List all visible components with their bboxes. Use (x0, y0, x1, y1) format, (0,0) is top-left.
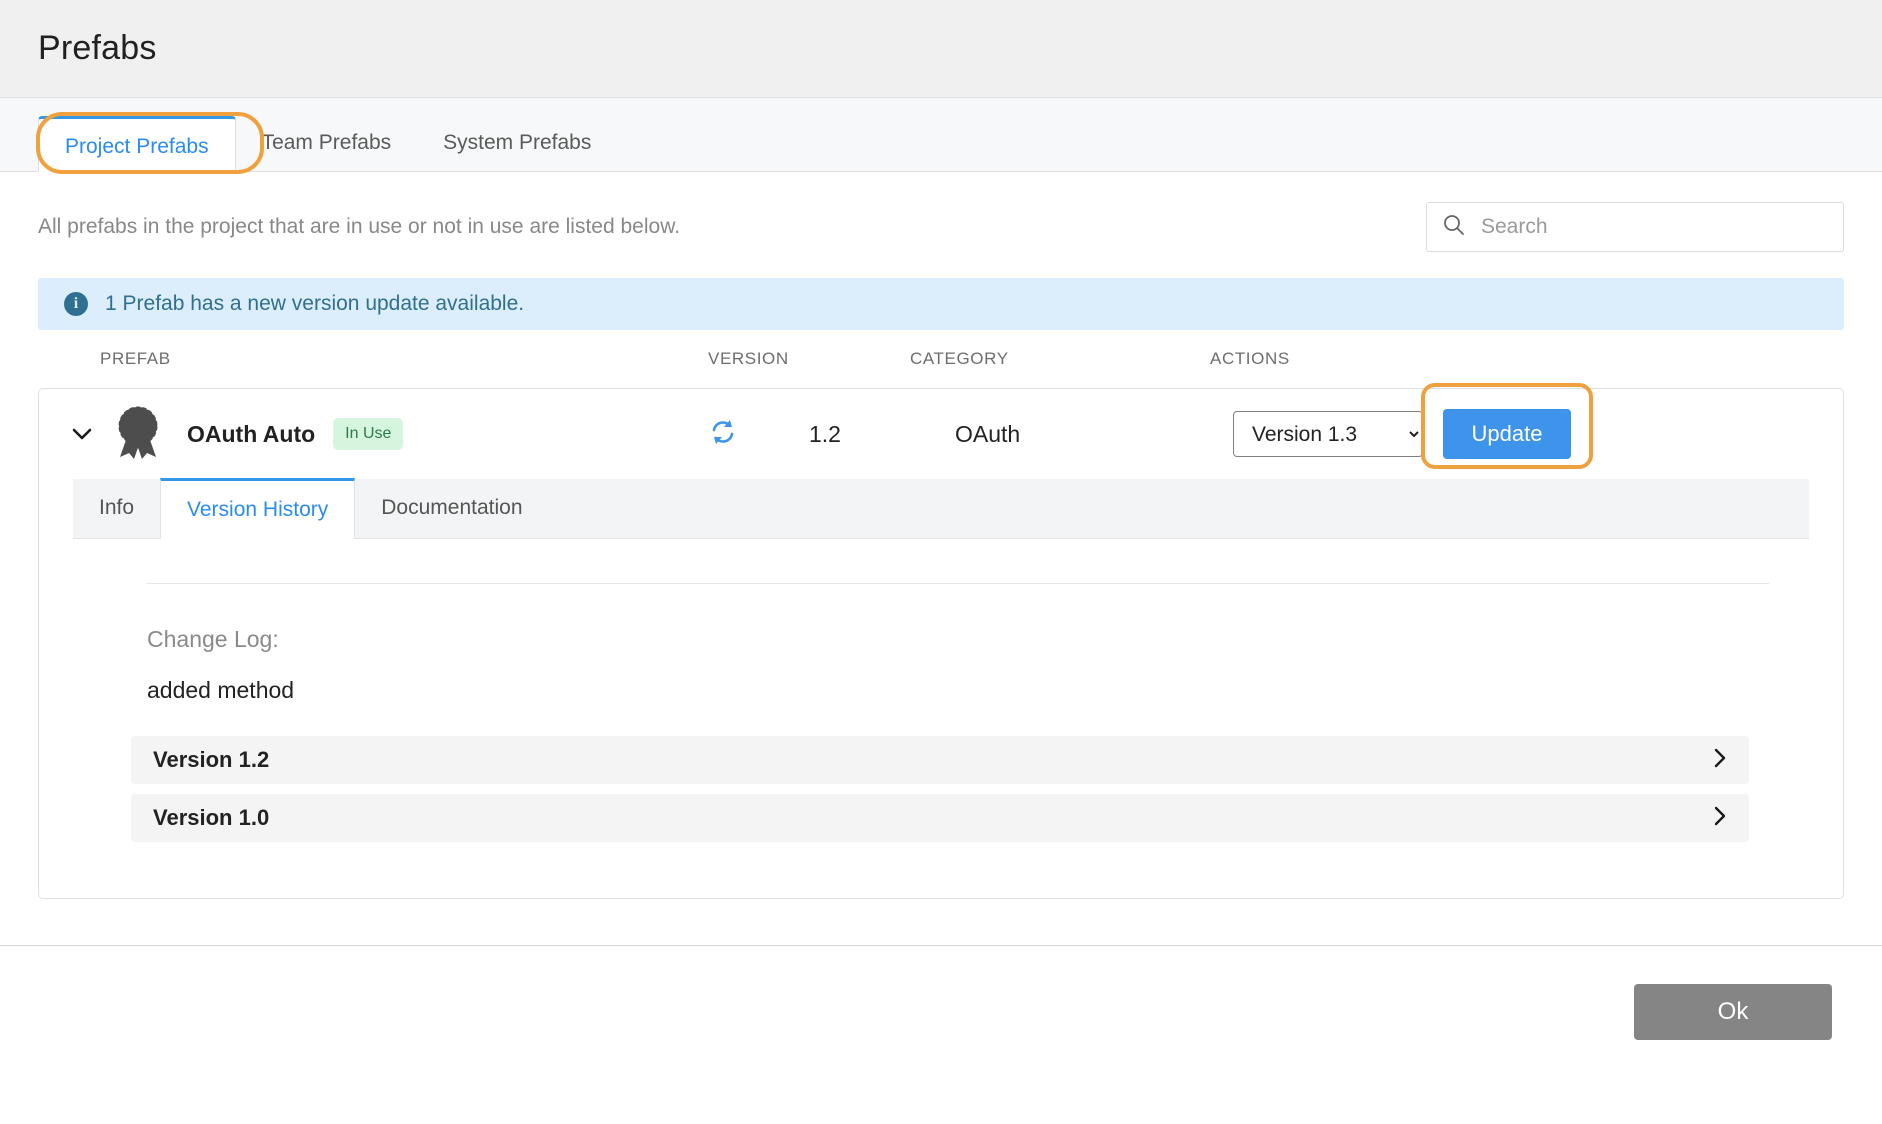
panel-bottom-spacer (73, 852, 1809, 898)
column-header-category: CATEGORY (910, 349, 1210, 369)
chevron-right-icon (1713, 747, 1727, 774)
search-icon (1443, 214, 1465, 241)
info-circle-icon: i (64, 292, 88, 316)
column-header-prefab: PREFAB (100, 349, 708, 369)
update-button-wrapper: Update (1443, 409, 1571, 459)
refresh-sync-icon[interactable] (709, 418, 737, 451)
column-header-version: VERSION (708, 349, 910, 369)
modal-footer: Ok (0, 946, 1882, 1040)
description-text: All prefabs in the project that are in u… (38, 215, 680, 239)
version-history-panel: Change Log: added method Version 1.2 Ver… (39, 583, 1843, 898)
table-row: OAuth Auto In Use 1.2 OAuth Version (39, 389, 1843, 479)
prefab-detail-tab-bar: Info Version History Documentation (73, 479, 1809, 539)
changelog-label: Change Log: (147, 626, 1809, 653)
column-header-actions: ACTIONS (1210, 349, 1844, 369)
list-item[interactable]: Version 1.2 (131, 736, 1749, 784)
prefab-category-value: OAuth (911, 421, 1211, 448)
list-item[interactable]: Version 1.0 (131, 794, 1749, 842)
tab-project-prefabs[interactable]: Project Prefabs (38, 116, 236, 172)
search-input[interactable] (1479, 214, 1827, 240)
prefab-name: OAuth Auto (187, 421, 315, 448)
version-accordion-label: Version 1.2 (153, 747, 269, 773)
update-button[interactable]: Update (1443, 409, 1571, 459)
prefab-actions-cell: Version 1.3 Update (1211, 409, 1843, 459)
tab-system-prefabs[interactable]: System Prefabs (417, 115, 617, 171)
prefab-version-cell: 1.2 (709, 418, 911, 451)
info-banner: i 1 Prefab has a new version update avai… (38, 278, 1844, 330)
info-banner-text: 1 Prefab has a new version update availa… (105, 292, 524, 316)
tab-info[interactable]: Info (73, 478, 160, 538)
prefab-name-cell: OAuth Auto In Use (101, 404, 709, 465)
tab-team-prefabs[interactable]: Team Prefabs (236, 115, 418, 171)
ok-button[interactable]: Ok (1634, 984, 1832, 1040)
version-accordion: Version 1.2 Version 1.0 (131, 736, 1749, 842)
award-ribbon-icon (113, 404, 163, 465)
prefab-card: OAuth Auto In Use 1.2 OAuth Version (38, 388, 1844, 899)
page-title: Prefabs (0, 29, 157, 68)
modal-body: All prefabs in the project that are in u… (0, 172, 1882, 899)
prefab-version-value: 1.2 (809, 421, 841, 448)
chevron-down-icon[interactable] (63, 427, 101, 441)
description-row: All prefabs in the project that are in u… (38, 172, 1844, 252)
changelog-text: added method (147, 677, 1809, 704)
search-box[interactable] (1426, 202, 1844, 252)
version-accordion-label: Version 1.0 (153, 805, 269, 831)
chevron-right-icon (1713, 805, 1727, 832)
top-tab-bar: Project Prefabs Team Prefabs System Pref… (0, 98, 1882, 172)
status-badge: In Use (333, 418, 403, 450)
tab-documentation[interactable]: Documentation (355, 478, 548, 538)
table-header-row: PREFAB VERSION CATEGORY ACTIONS (38, 330, 1844, 388)
modal-header: Prefabs (0, 0, 1882, 98)
version-select[interactable]: Version 1.3 (1233, 411, 1423, 457)
panel-divider (147, 583, 1769, 584)
tab-version-history[interactable]: Version History (160, 478, 355, 539)
